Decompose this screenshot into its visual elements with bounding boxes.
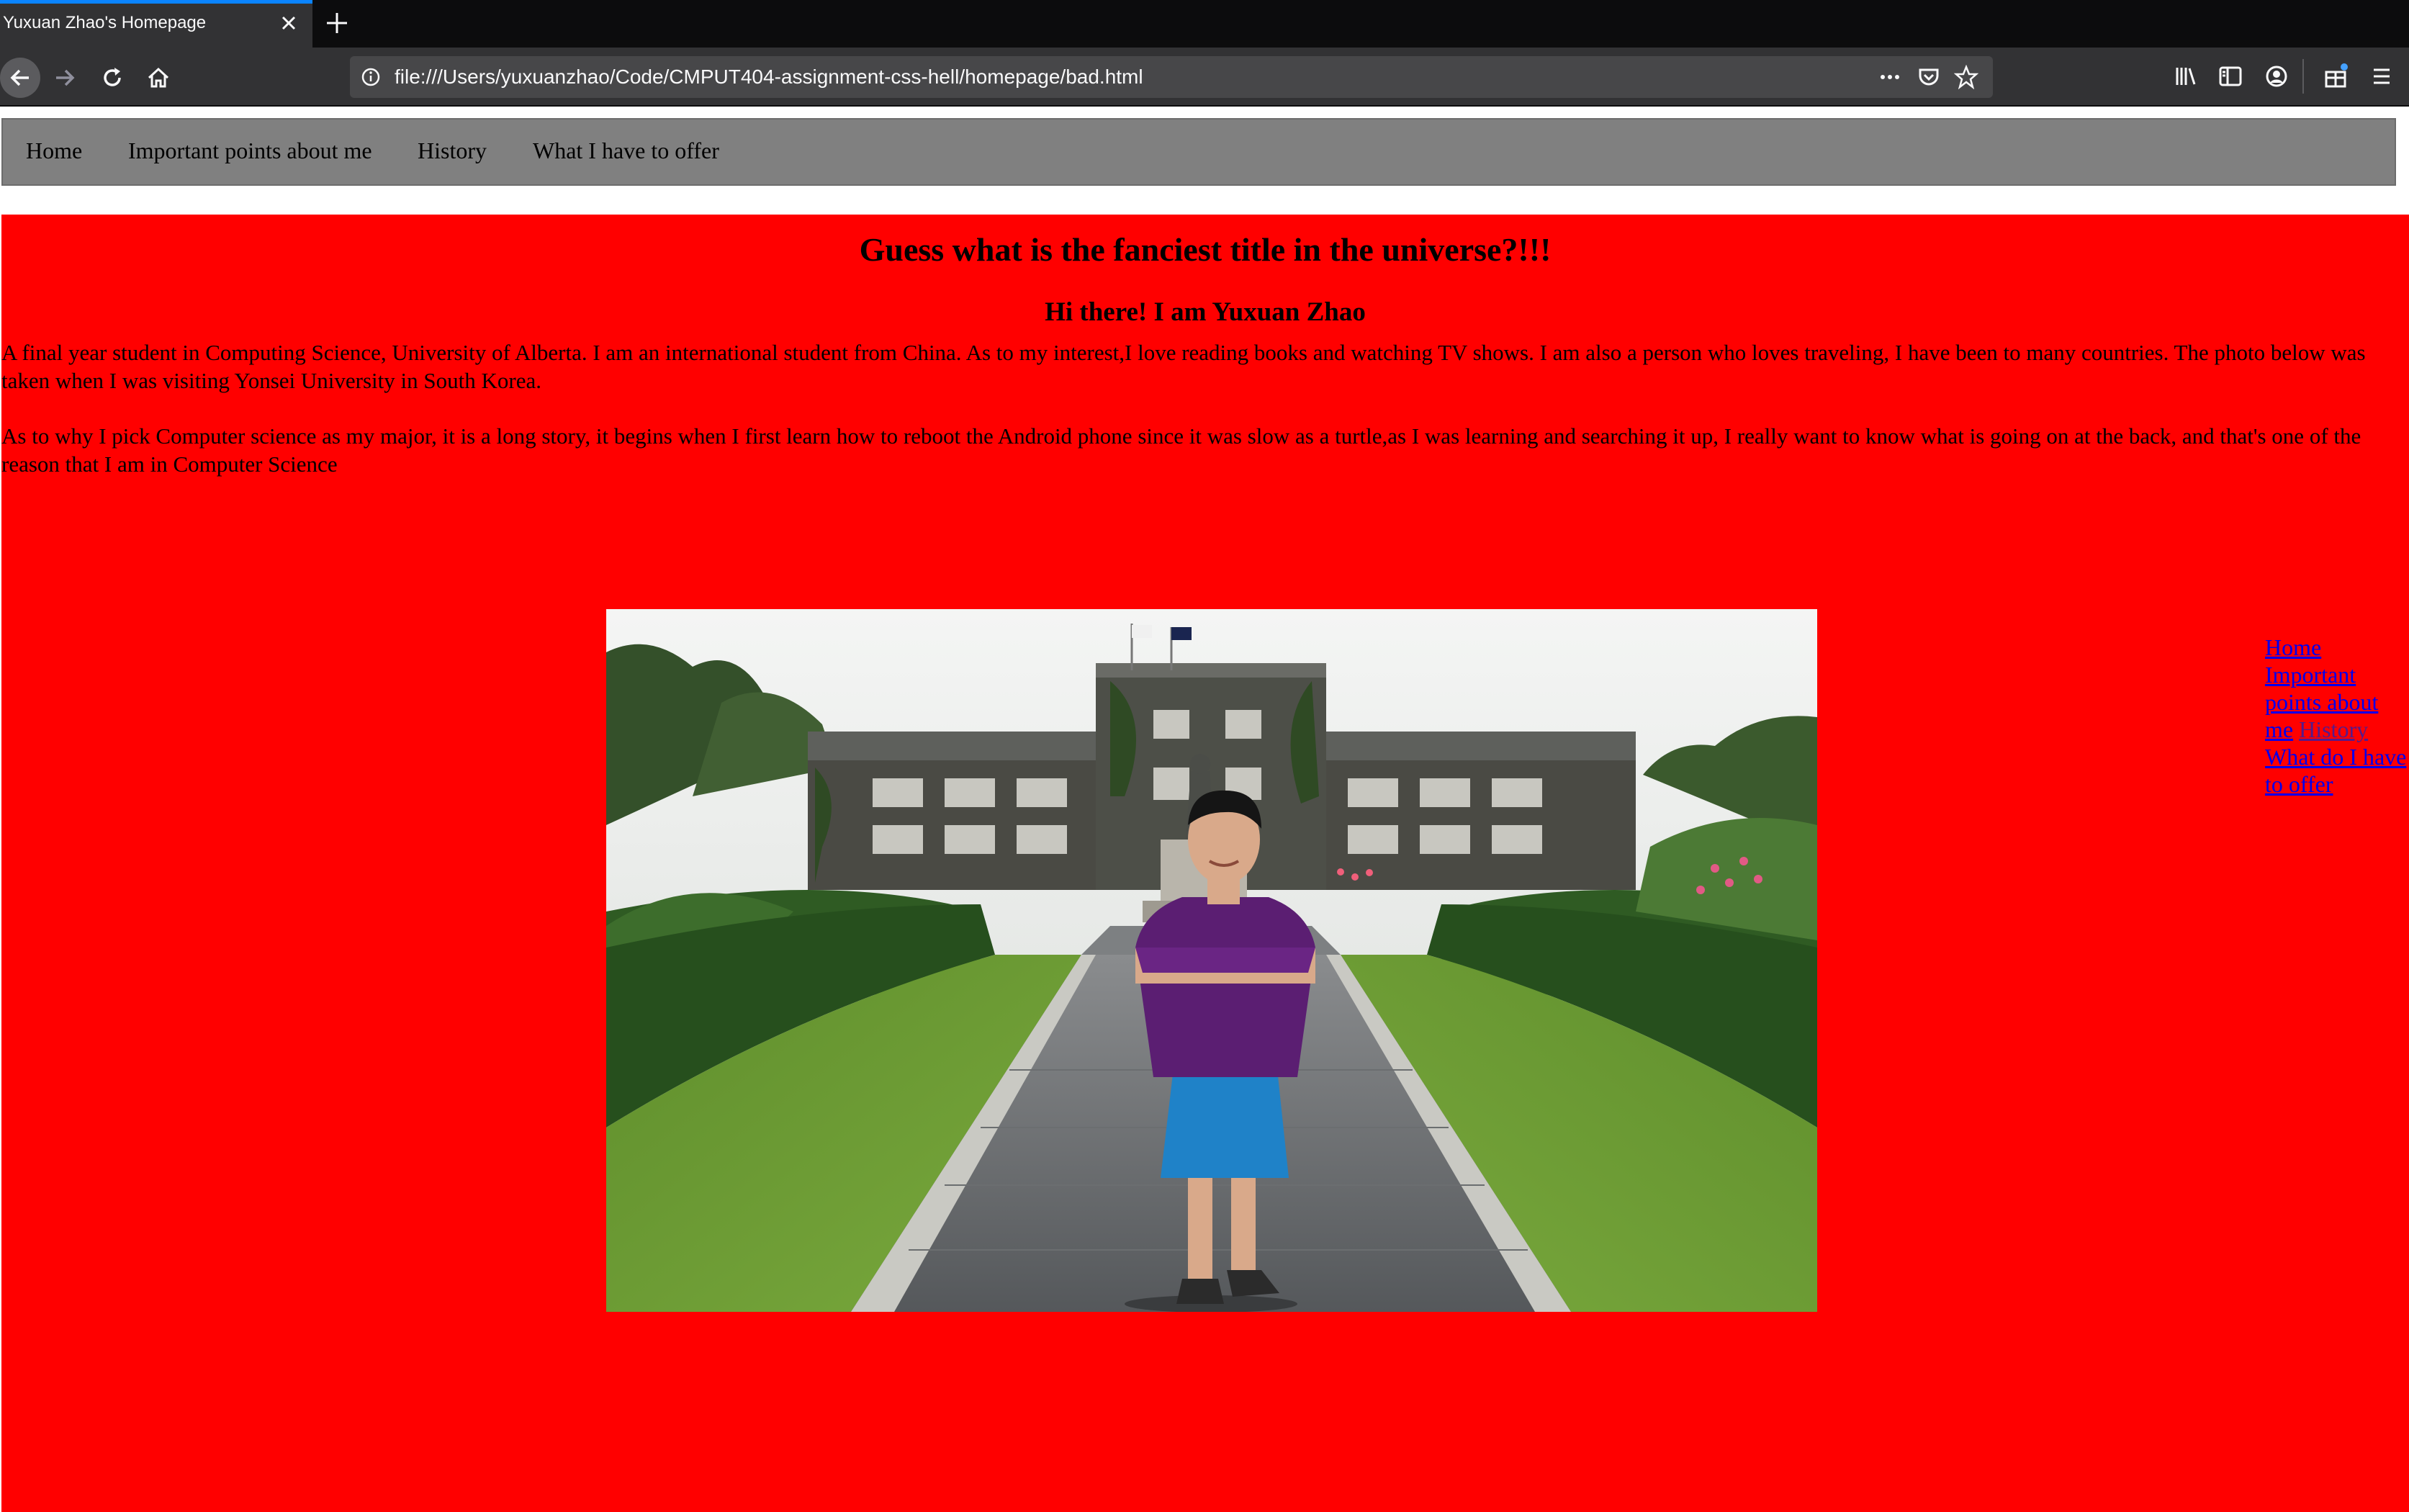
pocket-icon[interactable] <box>1917 65 1941 89</box>
nav-link-history[interactable]: History <box>418 138 487 164</box>
student-at-yonsei-university-photo <box>606 609 1817 1312</box>
page-subtitle: Hi there! I am Yuxuan Zhao <box>1045 297 1366 327</box>
nav-link-home[interactable]: Home <box>26 138 82 164</box>
side-link-history[interactable]: History <box>2299 716 2368 742</box>
tab-title: Yuxuan Zhao's Homepage <box>3 13 207 32</box>
toolbar-separator <box>2302 59 2304 94</box>
page-viewport: Home Important points about me History W… <box>0 107 2409 1512</box>
tab-strip: Yuxuan Zhao's Homepage <box>0 0 2409 48</box>
nav-link-what-i-offer[interactable]: What I have to offer <box>533 138 719 164</box>
main-content: Guess what is the fanciest title in the … <box>1 215 2409 1512</box>
home-icon[interactable] <box>140 59 177 96</box>
side-link-home[interactable]: Home <box>2265 634 2321 660</box>
account-icon[interactable] <box>2262 62 2291 91</box>
side-link-what-i-offer[interactable]: What do I have to offer <box>2265 744 2406 797</box>
hamburger-menu-icon[interactable] <box>2367 62 2396 91</box>
active-tab[interactable]: Yuxuan Zhao's Homepage <box>0 0 312 48</box>
info-icon[interactable] <box>360 66 382 88</box>
forward-arrow-icon[interactable] <box>46 59 84 96</box>
star-icon[interactable] <box>1953 64 1979 90</box>
top-nav-bar: Home Important points about me History W… <box>1 118 2396 186</box>
reload-icon[interactable] <box>94 59 131 96</box>
plus-icon[interactable] <box>323 9 351 37</box>
more-dots-icon[interactable] <box>1878 65 1902 89</box>
extensions-icon[interactable] <box>2321 62 2350 91</box>
intro-paragraph: A final year student in Computing Scienc… <box>1 340 2366 393</box>
sidebar-icon[interactable] <box>2216 62 2245 91</box>
navigation-toolbar: file:///Users/yuxuanzhao/Code/CMPUT404-a… <box>0 48 2409 107</box>
major-paragraph: As to why I pick Computer science as my … <box>1 423 2361 477</box>
back-arrow-icon[interactable] <box>0 58 40 98</box>
nav-link-important-points[interactable]: Important points about me <box>128 138 372 164</box>
close-icon[interactable] <box>276 11 301 35</box>
url-bar[interactable]: file:///Users/yuxuanzhao/Code/CMPUT404-a… <box>350 56 1993 98</box>
url-text[interactable]: file:///Users/yuxuanzhao/Code/CMPUT404-a… <box>395 66 1143 89</box>
library-icon[interactable] <box>2171 62 2200 91</box>
page-title: Guess what is the fanciest title in the … <box>859 231 1552 268</box>
side-nav: Home Important points about me History W… <box>2265 634 2409 798</box>
